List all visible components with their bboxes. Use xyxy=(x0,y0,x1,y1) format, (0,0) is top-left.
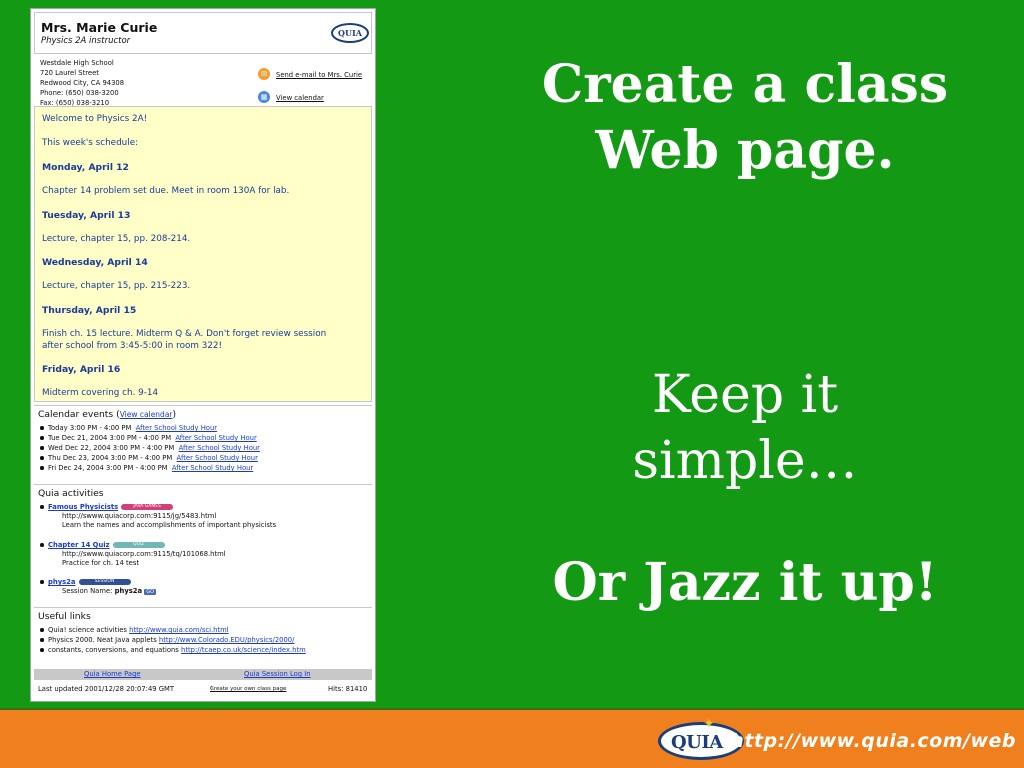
jazz-text: Or Jazz it up! xyxy=(552,552,938,613)
schedule-day: Monday, April 12 xyxy=(42,162,129,173)
keep-line-1: Keep it xyxy=(651,365,839,425)
useful-link: Quia! science activities http://www.quia… xyxy=(40,626,229,634)
class-page-panel: Mrs. Marie Curie Physics 2A instructor Q… xyxy=(30,8,376,702)
schedule-day: Friday, April 16 xyxy=(42,364,121,375)
send-email-link[interactable]: Send e-mail to Mrs. Curie xyxy=(276,70,362,80)
schedule-line: Welcome to Physics 2A! xyxy=(42,114,148,124)
session-login-link[interactable]: Quia Session Log In xyxy=(244,670,311,678)
quia-logo-icon[interactable]: QUIA xyxy=(331,20,371,46)
contact-block: Westdale High School 720 Laurel Street R… xyxy=(34,56,372,107)
page-footer: Last updated 2001/12/28 20:07:49 GMT ✎ C… xyxy=(38,685,368,693)
view-calendar-link[interactable]: View calendar xyxy=(276,93,324,103)
event-link[interactable]: After School Study Hour xyxy=(179,444,260,452)
last-updated: Last updated 2001/12/28 20:07:49 GMT xyxy=(38,685,175,693)
calendar-events-section: Calendar events (View calendar) Today 3:… xyxy=(34,405,372,483)
schedule-line: Midterm covering ch. 9-14 xyxy=(42,388,159,398)
calendar-event: Fri Dec 24, 2004 3:00 PM - 4:00 PM After… xyxy=(39,464,254,472)
calendar-title-link[interactable]: View calendar xyxy=(120,410,173,419)
activity-item: Famous Physicists JAVA GAMES xyxy=(39,503,174,511)
activity-desc: Practice for ch. 14 test xyxy=(62,559,140,567)
link-url[interactable]: http://tcaep.co.uk/science/index.htm xyxy=(181,646,306,654)
calendar-event: Tue Dec 21, 2004 3:00 PM - 4:00 PM After… xyxy=(40,434,257,442)
calendar-event: Wed Dec 22, 2004 3:00 PM - 4:00 PM After… xyxy=(40,444,260,452)
schedule-section: Welcome to Physics 2A! This week's sched… xyxy=(34,106,372,402)
useful-link: constants, conversions, and equations ht… xyxy=(40,646,306,654)
activity-link[interactable]: Chapter 14 Quiz xyxy=(48,541,110,549)
schedule-line: Lecture, chapter 15, pp. 208-214. xyxy=(42,234,191,244)
footer-url: http://www.quia.com/web xyxy=(730,730,1016,752)
schedule-line: Lecture, chapter 15, pp. 215-223. xyxy=(42,281,191,291)
quia-home-link[interactable]: Quia Home Page xyxy=(84,670,141,678)
schedule-line: after school from 3:45-5:00 in room 322! xyxy=(42,341,223,351)
calendar-event: Thu Dec 23, 2004 3:00 PM - 4:00 PM After… xyxy=(40,454,258,462)
useful-links-section: Useful links Quia! science activities ht… xyxy=(34,607,372,665)
link-url[interactable]: http://www.quia.com/sci.html xyxy=(129,626,229,634)
activity-badge: SESSION xyxy=(78,579,131,585)
schedule-day: Thursday, April 15 xyxy=(42,305,137,316)
activity-link[interactable]: phys2a xyxy=(48,578,76,586)
calendar-event: Today 3:00 PM - 4:00 PM After School Stu… xyxy=(39,424,218,432)
session-name-row: Session Name: phys2a GO xyxy=(62,587,157,595)
teacher-role: Physics 2A instructor xyxy=(41,36,131,46)
teacher-name: Mrs. Marie Curie xyxy=(41,20,158,35)
quia-activities-section: Quia activities Famous Physicists JAVA GA… xyxy=(34,484,372,606)
useful-link: Physics 2000. Neat Java applets http://w… xyxy=(39,636,295,644)
schedule-line: Chapter 14 problem set due. Meet in room… xyxy=(42,186,290,196)
schedule-day: Wednesday, April 14 xyxy=(42,257,148,268)
heading-line-2: Web page. xyxy=(595,120,895,181)
go-button[interactable]: GO xyxy=(144,589,157,595)
heading-line-1: Create a class xyxy=(541,54,949,115)
keep-simple-text: Keep it simple… xyxy=(490,362,1000,494)
event-link[interactable]: After School Study Hour xyxy=(175,434,256,442)
schedule-day: Tuesday, April 13 xyxy=(42,210,131,221)
address-lines: Westdale High School 720 Laurel Street R… xyxy=(40,59,125,107)
slide-heading: Create a class Web page. xyxy=(490,52,1000,184)
footer-bar: QUIA ✦ http://www.quia.com/web xyxy=(0,708,1024,768)
calendar-events-title: Calendar events (View calendar) xyxy=(38,409,177,420)
event-link[interactable]: After School Study Hour xyxy=(172,464,253,472)
activity-url: http://swww.quiacorp.com:9115/jg/5483.ht… xyxy=(62,512,217,520)
activity-url: http://swww.quiacorp.com:9115/tq/101068.… xyxy=(62,550,226,558)
activity-item: phys2a SESSION xyxy=(40,578,131,586)
activity-link[interactable]: Famous Physicists xyxy=(48,503,118,511)
event-link[interactable]: After School Study Hour xyxy=(136,424,217,432)
activity-badge: QUIZ xyxy=(112,542,165,548)
activities-title: Quia activities xyxy=(38,488,104,499)
useful-links-title: Useful links xyxy=(38,611,91,622)
keep-line-2: simple… xyxy=(632,431,858,491)
activity-item: Chapter 14 Quiz QUIZ xyxy=(40,541,165,549)
hit-counter: Hits: 81410 xyxy=(328,685,368,693)
activity-badge: JAVA GAMES xyxy=(121,504,174,510)
activity-desc: Learn the names and accomplishments of i… xyxy=(62,521,277,529)
calendar-icon: ▦ xyxy=(258,91,270,103)
link-url[interactable]: http://www.Colorado.EDU/physics/2000/ xyxy=(159,636,294,644)
bottom-nav-bar: Quia Home Page Quia Session Log In xyxy=(34,669,372,680)
envelope-icon: ✉ xyxy=(258,68,270,80)
event-link[interactable]: After School Study Hour xyxy=(177,454,258,462)
schedule-line: This week's schedule: xyxy=(42,138,139,148)
schedule-line: Finish ch. 15 lecture. Midterm Q & A. Do… xyxy=(42,329,327,339)
class-page-header: Mrs. Marie Curie Physics 2A instructor Q… xyxy=(34,12,372,54)
